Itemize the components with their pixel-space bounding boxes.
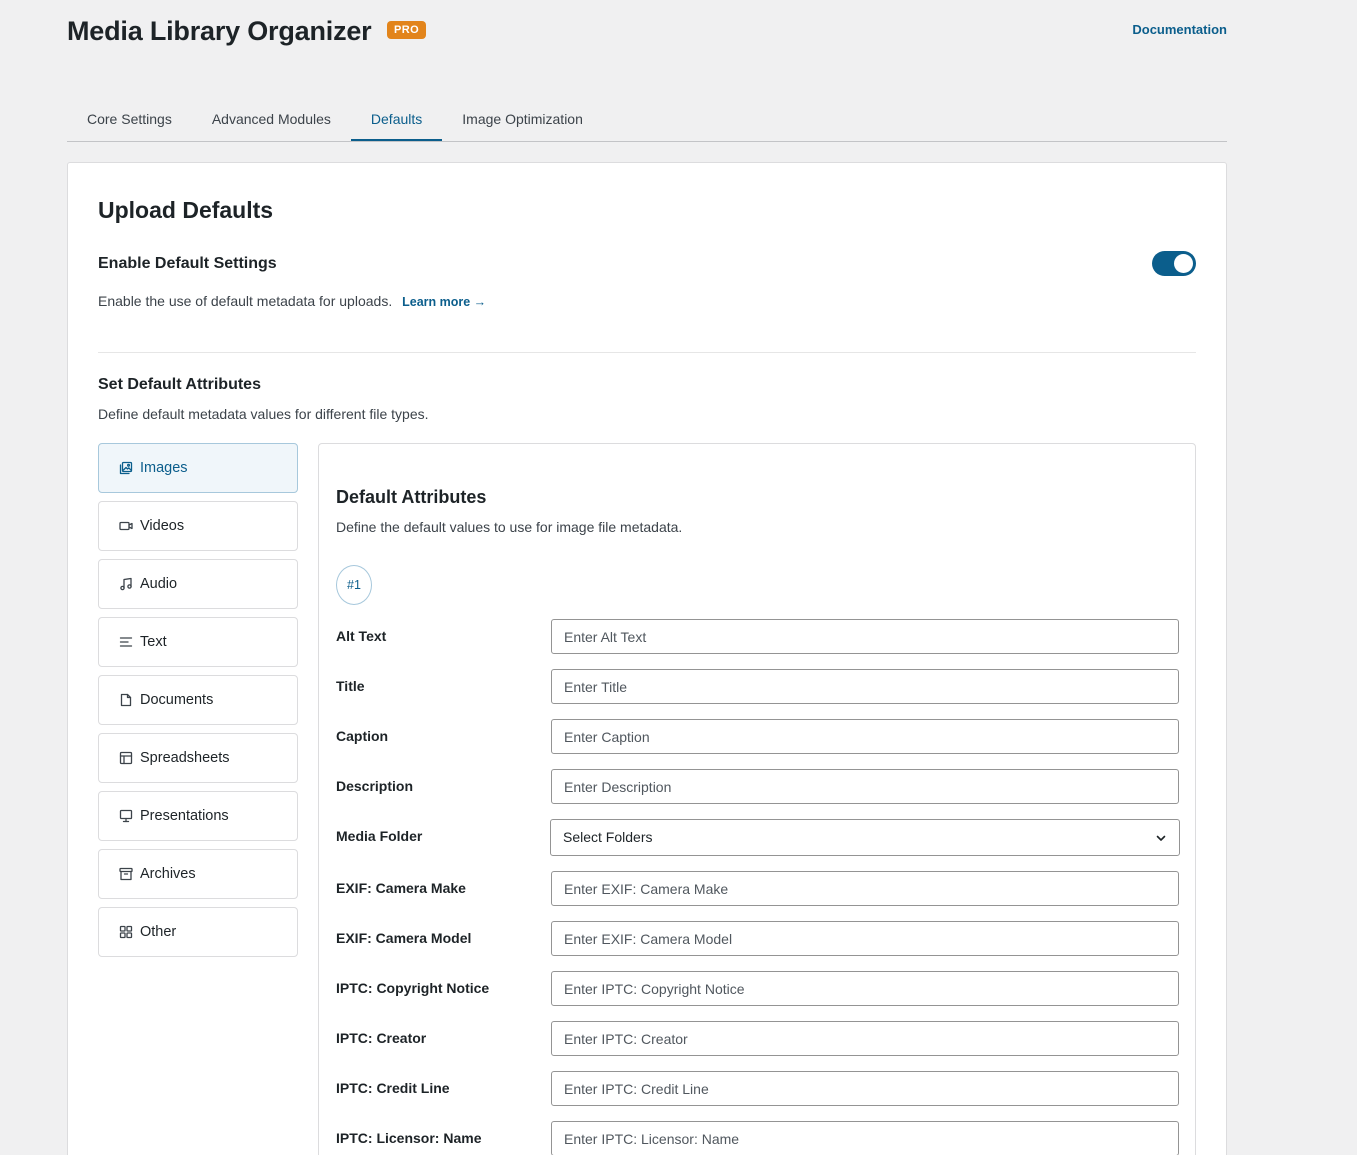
music-icon bbox=[120, 577, 132, 591]
field-row-caption: Caption bbox=[336, 719, 1180, 755]
iptc-credit-line-label: IPTC: Credit Line bbox=[336, 1080, 450, 1096]
iptc-licensor-name-label: IPTC: Licensor: Name bbox=[336, 1130, 482, 1146]
tab-core-settings[interactable]: Core Settings bbox=[67, 98, 192, 141]
field-row-title: Title bbox=[336, 669, 1180, 705]
table-icon bbox=[119, 751, 133, 765]
caption-input[interactable] bbox=[551, 719, 1179, 754]
exif-camera-model-label: EXIF: Camera Model bbox=[336, 930, 472, 946]
exif-camera-model-input[interactable] bbox=[551, 921, 1179, 956]
file-type-videos[interactable]: Videos bbox=[98, 501, 298, 551]
field-row-alt-text: Alt Text bbox=[336, 619, 1180, 655]
enable-default-settings-title: Enable Default Settings bbox=[98, 255, 277, 272]
tab-defaults[interactable]: Defaults bbox=[350, 98, 443, 141]
file-type-label: Archives bbox=[140, 866, 196, 882]
iptc-creator-input[interactable] bbox=[551, 1021, 1179, 1056]
tab-image-optimization[interactable]: Image Optimization bbox=[442, 98, 603, 141]
field-row-exif-camera-make: EXIF: Camera Make bbox=[336, 871, 1180, 907]
file-type-documents[interactable]: Documents bbox=[98, 675, 298, 725]
enable-description: Enable the use of default metadata for u… bbox=[98, 293, 486, 309]
toggle-knob bbox=[1174, 254, 1193, 273]
field-row-iptc-creator: IPTC: Creator bbox=[336, 1021, 1180, 1057]
file-type-label: Spreadsheets bbox=[140, 750, 230, 766]
grid-icon bbox=[119, 925, 133, 939]
title-input[interactable] bbox=[551, 669, 1179, 704]
set-default-attributes-title: Set Default Attributes bbox=[98, 376, 261, 393]
file-type-label: Presentations bbox=[140, 808, 229, 824]
title-label: Title bbox=[336, 678, 365, 694]
media-folder-label: Media Folder bbox=[336, 828, 423, 844]
description-label: Description bbox=[336, 778, 414, 794]
settings-tabs: Core Settings Advanced Modules Defaults … bbox=[67, 98, 1227, 142]
media-folder-selected: Select Folders bbox=[563, 829, 653, 845]
field-row-iptc-copyright-notice: IPTC: Copyright Notice bbox=[336, 971, 1180, 1007]
file-type-spreadsheets[interactable]: Spreadsheets bbox=[98, 733, 298, 783]
presentation-icon bbox=[119, 809, 133, 823]
documentation-link[interactable]: Documentation bbox=[1132, 22, 1227, 37]
app-title: Media Library Organizer bbox=[67, 16, 372, 46]
learn-more-link[interactable]: Learn more → bbox=[402, 295, 486, 309]
field-row-media-folder: Media Folder Select Folders bbox=[336, 819, 1180, 856]
enable-defaults-toggle[interactable] bbox=[1152, 251, 1196, 276]
exif-camera-make-label: EXIF: Camera Make bbox=[336, 880, 466, 896]
file-type-text[interactable]: Text bbox=[98, 617, 298, 667]
iptc-creator-label: IPTC: Creator bbox=[336, 1030, 427, 1046]
iptc-copyright-notice-label: IPTC: Copyright Notice bbox=[336, 980, 490, 996]
rule-number-badge[interactable]: #1 bbox=[336, 565, 372, 605]
file-type-label: Documents bbox=[140, 692, 214, 708]
alt-text-label: Alt Text bbox=[336, 628, 387, 644]
file-type-archives[interactable]: Archives bbox=[98, 849, 298, 899]
file-type-label: Images bbox=[140, 460, 188, 476]
video-icon bbox=[119, 521, 133, 531]
field-row-exif-camera-model: EXIF: Camera Model bbox=[336, 921, 1180, 957]
file-type-label: Other bbox=[140, 924, 177, 940]
file-type-other[interactable]: Other bbox=[98, 907, 298, 957]
default-attributes-description: Define the default values to use for ima… bbox=[336, 519, 683, 535]
page-header: Media Library Organizer PRO Documentatio… bbox=[67, 14, 1227, 50]
enable-description-text: Enable the use of default metadata for u… bbox=[98, 293, 393, 309]
section-divider bbox=[98, 352, 1196, 353]
file-type-label: Audio bbox=[140, 576, 178, 592]
upload-defaults-panel: Upload Defaults Enable Default Settings … bbox=[67, 162, 1227, 1155]
description-input[interactable] bbox=[551, 769, 1179, 804]
field-row-iptc-licensor-name: IPTC: Licensor: Name bbox=[336, 1121, 1180, 1155]
alt-text-input[interactable] bbox=[551, 619, 1179, 654]
tab-advanced-modules[interactable]: Advanced Modules bbox=[192, 98, 351, 141]
iptc-copyright-notice-input[interactable] bbox=[551, 971, 1179, 1006]
file-type-images[interactable]: Images bbox=[98, 443, 298, 493]
field-row-description: Description bbox=[336, 769, 1180, 805]
archive-icon bbox=[119, 867, 133, 881]
text-lines-icon bbox=[119, 637, 133, 647]
chevron-down-icon bbox=[1156, 835, 1166, 841]
media-folder-select[interactable]: Select Folders bbox=[550, 819, 1180, 856]
document-icon bbox=[120, 693, 132, 707]
file-type-presentations[interactable]: Presentations bbox=[98, 791, 298, 841]
exif-camera-make-input[interactable] bbox=[551, 871, 1179, 906]
file-type-label: Text bbox=[140, 634, 167, 650]
default-attributes-panel: Default Attributes Define the default va… bbox=[318, 443, 1196, 1155]
file-type-audio[interactable]: Audio bbox=[98, 559, 298, 609]
iptc-licensor-name-input[interactable] bbox=[551, 1121, 1179, 1155]
images-icon bbox=[119, 461, 133, 475]
panel-title: Upload Defaults bbox=[98, 197, 274, 223]
set-default-attributes-description: Define default metadata values for diffe… bbox=[98, 406, 429, 422]
field-row-iptc-credit-line: IPTC: Credit Line bbox=[336, 1071, 1180, 1107]
iptc-credit-line-input[interactable] bbox=[551, 1071, 1179, 1106]
default-attributes-title: Default Attributes bbox=[336, 487, 487, 507]
file-type-list: Images Videos Audio Text Documents Sprea… bbox=[98, 443, 298, 965]
pro-badge: PRO bbox=[387, 21, 427, 39]
caption-label: Caption bbox=[336, 728, 389, 744]
file-type-label: Videos bbox=[140, 518, 185, 534]
